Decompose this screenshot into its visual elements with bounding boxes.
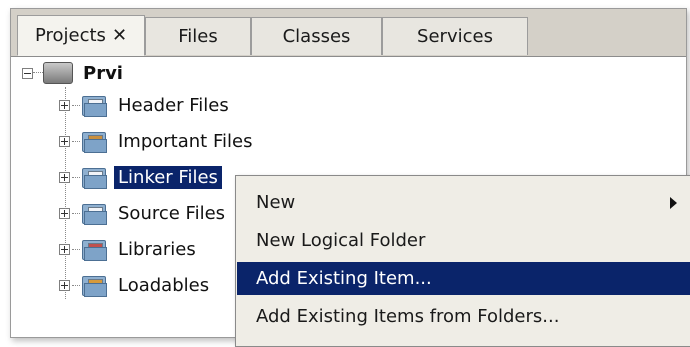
expand-icon[interactable] (59, 135, 70, 147)
tab-classes[interactable]: Classes (251, 17, 382, 55)
tree-item-label: Source Files (118, 202, 226, 224)
menu-item-label: Add Existing Items from Folders... (256, 306, 560, 327)
tree-item-label: Header Files (118, 94, 229, 116)
linker-files-folder-icon (82, 166, 107, 189)
tree-item-label: Libraries (118, 238, 196, 260)
tab-files[interactable]: Files (145, 17, 251, 55)
project-label: Prvi (83, 62, 123, 84)
tab-bar: Projects ✕ Files Classes Services (11, 9, 686, 57)
menu-item-label: New (256, 192, 296, 213)
expand-icon[interactable] (59, 99, 70, 111)
project-icon (43, 62, 73, 84)
header-files-folder-icon (82, 94, 107, 117)
tree-node-loadables[interactable]: Loadables (59, 269, 209, 301)
menu-item-new-logical-folder[interactable]: New Logical Folder (237, 224, 690, 257)
menu-item-add-existing-item[interactable]: Add Existing Item... (237, 262, 690, 295)
expand-icon[interactable] (59, 279, 70, 291)
tab-services[interactable]: Services (382, 17, 528, 55)
tree-node-source-files[interactable]: Source Files (59, 197, 225, 229)
expand-icon[interactable] (59, 207, 70, 219)
important-files-folder-icon (82, 130, 107, 153)
libraries-folder-icon (82, 238, 107, 261)
tree-node-libraries[interactable]: Libraries (59, 233, 196, 265)
tab-projects[interactable]: Projects ✕ (17, 15, 145, 56)
close-icon[interactable]: ✕ (112, 25, 127, 46)
tab-classes-label: Classes (282, 26, 351, 47)
menu-item-add-existing-items-from-folders[interactable]: Add Existing Items from Folders... (237, 300, 690, 333)
tree-item-label-selected: Linker Files (114, 165, 222, 189)
tree-node-header-files[interactable]: Header Files (59, 89, 229, 121)
tab-projects-label: Projects (34, 25, 106, 46)
loadables-folder-icon (82, 274, 107, 297)
tree-node-important-files[interactable]: Important Files (59, 125, 252, 157)
collapse-icon[interactable] (22, 67, 33, 79)
tree-node-linker-files[interactable]: Linker Files (59, 161, 222, 193)
submenu-arrow-icon (670, 197, 677, 209)
tree-node-project[interactable]: Prvi (22, 57, 123, 89)
menu-item-label: New Logical Folder (256, 230, 426, 251)
tab-services-label: Services (417, 26, 493, 47)
expand-icon[interactable] (59, 243, 70, 255)
expand-icon[interactable] (59, 171, 70, 183)
context-menu: New New Logical Folder Add Existing Item… (235, 175, 690, 347)
tree-item-label: Important Files (118, 130, 253, 152)
tab-files-label: Files (178, 26, 218, 47)
menu-item-label: Add Existing Item... (256, 268, 432, 289)
source-files-folder-icon (82, 202, 107, 225)
menu-item-new[interactable]: New (237, 186, 690, 219)
tree-item-label: Loadables (118, 274, 210, 296)
